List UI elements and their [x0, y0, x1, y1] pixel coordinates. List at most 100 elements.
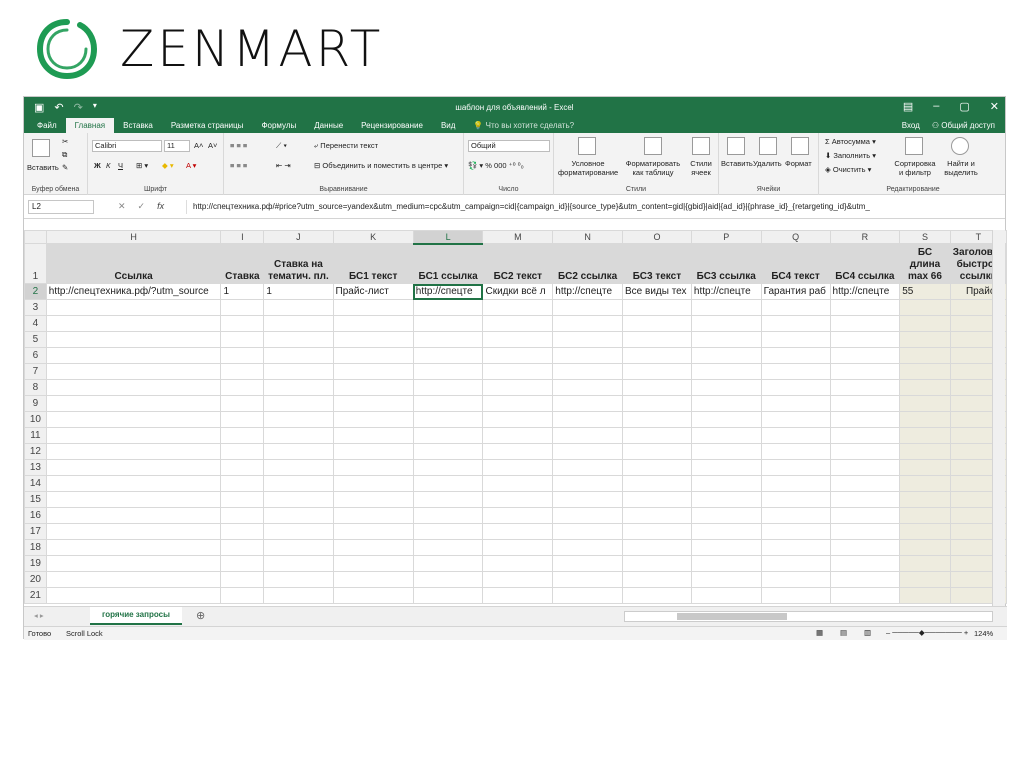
grid-cell[interactable]	[332, 347, 414, 364]
grid-cell[interactable]	[263, 395, 334, 412]
grid-cell[interactable]	[220, 539, 265, 556]
grid-cell[interactable]	[760, 571, 831, 588]
grid-cell[interactable]	[263, 571, 334, 588]
grid-cell[interactable]	[332, 443, 414, 460]
grid-cell[interactable]	[45, 395, 222, 412]
shrink-font-icon[interactable]: A˅	[208, 141, 217, 150]
grid-cell[interactable]	[45, 571, 222, 588]
grid-cell[interactable]	[829, 395, 901, 412]
grid-cell[interactable]	[829, 571, 901, 588]
column-header-k[interactable]: K	[332, 230, 414, 244]
clear-button[interactable]: ◈ Очистить ▾	[825, 165, 871, 174]
cell-j2[interactable]: 1	[263, 283, 334, 300]
grid-cell[interactable]	[760, 459, 831, 476]
cell-h2[interactable]: http://спецтехника.рф/?utm_source	[45, 283, 222, 300]
cell-k2[interactable]: Прайс-лист	[332, 283, 414, 300]
header-cell-p[interactable]: БС3 ссылка	[690, 243, 762, 284]
grid-cell[interactable]	[412, 507, 484, 524]
tab-formulas[interactable]: Формулы	[252, 121, 305, 133]
grid-cell[interactable]	[622, 443, 692, 460]
grid-cell[interactable]	[552, 523, 623, 540]
grid-cell[interactable]	[263, 363, 334, 380]
row-header[interactable]: 9	[24, 395, 47, 412]
header-cell-h[interactable]: Ссылка	[45, 243, 222, 284]
grid-cell[interactable]	[332, 459, 414, 476]
grid-cell[interactable]	[760, 379, 831, 396]
grid-cell[interactable]	[332, 395, 414, 412]
tab-home[interactable]: Главная	[65, 118, 115, 133]
format-as-table-button[interactable]: Форматировать как таблицу	[622, 159, 684, 177]
column-header-j[interactable]: J	[263, 230, 334, 244]
grid-cell[interactable]	[482, 379, 554, 396]
column-header-s[interactable]: S	[899, 230, 951, 244]
grid-cell[interactable]	[45, 555, 222, 572]
grid-cell[interactable]	[332, 539, 414, 556]
grid-cell[interactable]	[760, 587, 831, 604]
grid-cell[interactable]	[45, 491, 222, 508]
underline-button[interactable]: Ч	[118, 161, 123, 170]
header-cell-o[interactable]: БС3 текст	[622, 243, 692, 284]
grid-cell[interactable]	[622, 475, 692, 492]
italic-button[interactable]: К	[106, 161, 110, 170]
grid-cell[interactable]	[332, 363, 414, 380]
grid-cell[interactable]	[263, 411, 334, 428]
sort-filter-button[interactable]: Сортировка и фильтр	[893, 159, 937, 177]
normal-view-icon[interactable]: ▦	[816, 628, 823, 637]
row-header[interactable]: 17	[24, 523, 47, 540]
row-header[interactable]: 11	[24, 427, 47, 444]
header-cell-m[interactable]: БС2 текст	[482, 243, 554, 284]
enter-icon[interactable]: ✓	[138, 201, 146, 212]
tab-review[interactable]: Рецензирование	[352, 121, 432, 133]
row-header[interactable]: 5	[24, 331, 47, 348]
cell-r2[interactable]: http://спецте	[829, 283, 901, 300]
cell-q2[interactable]: Гарантия раб	[760, 283, 831, 300]
grid-cell[interactable]	[899, 523, 951, 540]
grid-cell[interactable]	[220, 427, 265, 444]
grid-cell[interactable]	[690, 507, 762, 524]
accounting-icon[interactable]: 💱 ▾ % 000 ⁺⁰ ⁰₀	[468, 161, 524, 170]
grid-cell[interactable]	[482, 395, 554, 412]
grid-cell[interactable]	[899, 443, 951, 460]
grid-cell[interactable]	[760, 443, 831, 460]
grid-cell[interactable]	[760, 555, 831, 572]
grid-cell[interactable]	[622, 427, 692, 444]
grid-cell[interactable]	[263, 379, 334, 396]
grid-cell[interactable]	[482, 443, 554, 460]
grid-cell[interactable]	[899, 459, 951, 476]
grid-cell[interactable]	[760, 315, 831, 332]
grid-cell[interactable]	[482, 587, 554, 604]
zoom-level[interactable]: 124%	[974, 629, 993, 638]
grid-cell[interactable]	[220, 491, 265, 508]
grid-cell[interactable]	[220, 571, 265, 588]
minimize-icon[interactable]: –	[933, 100, 939, 113]
grid-cell[interactable]	[690, 555, 762, 572]
bold-button[interactable]: Ж	[94, 161, 101, 170]
grid-cell[interactable]	[829, 363, 901, 380]
sheet-grid[interactable]: HIJKLMNOPQRST 1 Ссылка Ставка Ставка на тем…	[24, 230, 1007, 606]
header-cell-l[interactable]: БС1 ссылка	[412, 243, 484, 284]
grid-cell[interactable]	[760, 539, 831, 556]
grid-cell[interactable]	[690, 363, 762, 380]
grid-cell[interactable]	[622, 315, 692, 332]
grid-cell[interactable]	[482, 507, 554, 524]
row-header[interactable]: 2	[24, 283, 47, 300]
grid-cell[interactable]	[690, 395, 762, 412]
grid-cell[interactable]	[332, 587, 414, 604]
grid-cell[interactable]	[332, 299, 414, 316]
grid-cell[interactable]	[622, 507, 692, 524]
ribbon-display-icon[interactable]: ▤	[903, 100, 913, 113]
cut-icon[interactable]: ✂	[62, 137, 68, 146]
page-layout-icon[interactable]: ▤	[840, 628, 847, 637]
format-cells-icon[interactable]	[791, 137, 809, 155]
grid-cell[interactable]	[482, 363, 554, 380]
grid-cell[interactable]	[829, 347, 901, 364]
grid-cell[interactable]	[332, 507, 414, 524]
grid-cell[interactable]	[899, 315, 951, 332]
grid-cell[interactable]	[45, 475, 222, 492]
grid-cell[interactable]	[829, 539, 901, 556]
cell-i2[interactable]: 1	[220, 283, 265, 300]
grid-cell[interactable]	[45, 315, 222, 332]
grid-cell[interactable]	[690, 459, 762, 476]
page-break-icon[interactable]: ▥	[864, 628, 871, 637]
tab-insert[interactable]: Вставка	[114, 121, 162, 133]
